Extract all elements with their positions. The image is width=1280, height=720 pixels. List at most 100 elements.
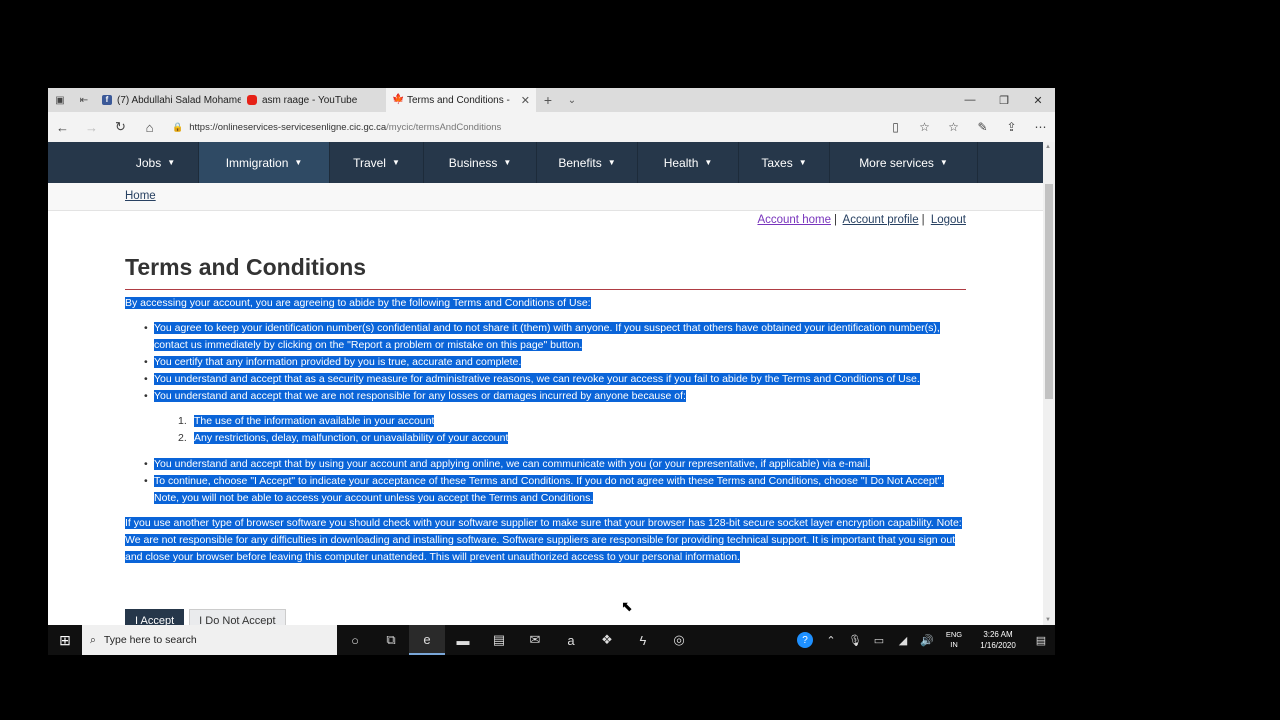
- new-tab-icon[interactable]: +: [536, 92, 560, 108]
- windows-start-icon[interactable]: ⊞: [48, 625, 82, 655]
- tab-title: asm raage - YouTube: [262, 94, 358, 106]
- battery-icon[interactable]: ▭: [867, 634, 891, 647]
- tab-title: Terms and Conditions -: [407, 94, 510, 106]
- breadcrumb: Home: [48, 183, 1043, 211]
- tab-facebook[interactable]: f (7) Abdullahi Salad Mohame: [96, 88, 241, 112]
- browser-window: ▣ ⇤ f (7) Abdullahi Salad Mohame asm raa…: [48, 88, 1055, 655]
- reading-view-icon[interactable]: ▯: [881, 120, 910, 134]
- account-links: Account home | Account profile | Logout: [757, 214, 966, 226]
- logout-link[interactable]: Logout: [931, 214, 966, 226]
- tab-youtube[interactable]: asm raage - YouTube: [241, 88, 386, 112]
- dropbox-icon[interactable]: ❖: [589, 625, 625, 655]
- close-tab-icon[interactable]: ✕: [521, 94, 530, 107]
- home-icon[interactable]: ⌂: [135, 120, 164, 135]
- chrome-icon[interactable]: ◎: [661, 625, 697, 655]
- page-title: Terms and Conditions: [125, 254, 367, 280]
- menu-jobs[interactable]: Jobs ▼: [113, 142, 199, 183]
- url-path: /mycic/termsAndConditions: [386, 121, 502, 133]
- pen-icon[interactable]: ✎: [968, 120, 997, 134]
- mouse-cursor-icon: ⬉: [621, 598, 633, 614]
- search-icon: ⌕: [90, 633, 96, 646]
- web-page: Jobs ▼ Immigration ▼ Travel ▼ Business ▼ Ben…: [48, 142, 1043, 625]
- chevron-down-icon: ▼: [391, 158, 400, 167]
- list-item: 1. The use of the information available i…: [178, 415, 435, 427]
- account-profile-link[interactable]: Account profile: [843, 214, 919, 226]
- list-item: You understand and accept that by using …: [144, 456, 970, 473]
- chevron-down-icon: ▼: [503, 158, 512, 167]
- edge-browser-icon[interactable]: e: [409, 625, 445, 655]
- url-field[interactable]: 🔒 https://onlineservices-servicesenligne…: [172, 122, 862, 133]
- account-home-link[interactable]: Account home: [757, 214, 831, 226]
- help-icon[interactable]: ?: [797, 632, 813, 648]
- youtube-icon: [247, 95, 257, 105]
- minimize-icon[interactable]: —: [953, 94, 987, 107]
- clock[interactable]: 3:26 AM 1/16/2020: [969, 629, 1027, 651]
- address-bar: ← → ↻ ⌂ 🔒 https://onlineservices-service…: [48, 112, 1055, 142]
- intro-text: By accessing your account, you are agree…: [125, 297, 591, 309]
- terms-numbered-list: 1. The use of the information available i…: [125, 413, 970, 447]
- list-item: You certify that any information provide…: [144, 354, 970, 371]
- scrollbar-thumb[interactable]: [1045, 184, 1053, 399]
- menu-benefits[interactable]: Benefits ▼: [537, 142, 638, 183]
- wifi-icon[interactable]: ◢: [891, 634, 915, 647]
- page-scrollbar[interactable]: ▲ ▼: [1043, 142, 1055, 625]
- refresh-icon[interactable]: ↻: [106, 119, 135, 135]
- amazon-icon[interactable]: a: [553, 625, 589, 655]
- tab-strip: ▣ ⇤ f (7) Abdullahi Salad Mohame asm raa…: [48, 88, 1055, 112]
- more-icon[interactable]: ⋯: [1026, 120, 1055, 134]
- volume-icon[interactable]: 🔊: [915, 634, 939, 647]
- chevron-down-icon: ▼: [939, 158, 948, 167]
- task-view-icon[interactable]: ⧉: [373, 625, 409, 655]
- taskbar: ⊞ ⌕ Type here to search ○ ⧉ e ▬ ▤ ✉ a ❖ …: [48, 625, 1055, 655]
- lock-icon: 🔒: [172, 121, 184, 132]
- terms-list-b: You understand and accept that by using …: [125, 456, 970, 507]
- share-icon[interactable]: ⇪: [997, 120, 1026, 134]
- search-placeholder: Type here to search: [103, 634, 197, 646]
- tab-terms[interactable]: 🍁 Terms and Conditions - ✕: [386, 88, 536, 112]
- file-explorer-icon[interactable]: ▬: [445, 625, 481, 655]
- maple-leaf-icon: 🍁: [392, 94, 405, 105]
- menu-taxes[interactable]: Taxes ▼: [739, 142, 830, 183]
- main-menu: Jobs ▼ Immigration ▼ Travel ▼ Business ▼ Ben…: [48, 142, 1043, 183]
- tab-preview-chevron-icon[interactable]: ⌄: [560, 95, 584, 106]
- menu-business[interactable]: Business ▼: [424, 142, 537, 183]
- forward-icon[interactable]: →: [77, 120, 106, 135]
- tab-title: (7) Abdullahi Salad Mohame: [117, 94, 241, 106]
- close-window-icon[interactable]: ✕: [1021, 94, 1055, 107]
- menu-travel[interactable]: Travel ▼: [330, 142, 424, 183]
- microphone-icon[interactable]: 🎙: [843, 634, 867, 647]
- system-tray: ? ⌃ 🎙 ▭ ◢ 🔊 ENG IN 3:26 AM 1/16/2020 ▤: [797, 625, 1055, 655]
- menu-immigration[interactable]: Immigration ▼: [199, 142, 330, 183]
- tab-manager-icon[interactable]: ▣: [48, 88, 72, 112]
- menu-more-services[interactable]: More services ▼: [830, 142, 978, 183]
- favorites-hub-icon[interactable]: ☆: [939, 120, 968, 134]
- list-item: 2. Any restrictions, delay, malfunction, …: [178, 432, 509, 444]
- cortana-icon[interactable]: ○: [337, 625, 373, 655]
- mail-icon[interactable]: ✉: [517, 625, 553, 655]
- chevron-down-icon: ▼: [798, 158, 807, 167]
- chevron-down-icon: ▼: [607, 158, 616, 167]
- list-item: You agree to keep your identification nu…: [144, 320, 970, 354]
- notification-center-icon[interactable]: ▤: [1027, 634, 1055, 647]
- set-aside-tabs-icon[interactable]: ⇤: [72, 88, 96, 112]
- menu-health[interactable]: Health ▼: [638, 142, 739, 183]
- chevron-down-icon: ▼: [167, 158, 176, 167]
- title-divider: [125, 289, 966, 290]
- store-icon[interactable]: ▤: [481, 625, 517, 655]
- decline-button[interactable]: I Do Not Accept: [189, 609, 286, 625]
- back-icon[interactable]: ←: [48, 120, 77, 135]
- breadcrumb-home-link[interactable]: Home: [125, 190, 156, 202]
- scroll-up-icon[interactable]: ▲: [1045, 144, 1051, 150]
- facebook-icon: f: [102, 95, 112, 105]
- show-hidden-icons-icon[interactable]: ⌃: [819, 634, 843, 647]
- favorite-star-icon[interactable]: ☆: [910, 120, 939, 134]
- restore-icon[interactable]: ❐: [987, 94, 1021, 107]
- terms-content: By accessing your account, you are agree…: [125, 295, 970, 566]
- scroll-down-icon[interactable]: ▼: [1045, 617, 1051, 623]
- taskbar-search[interactable]: ⌕ Type here to search: [82, 625, 337, 655]
- url-host: https://onlineservices-servicesenligne.c…: [189, 121, 387, 133]
- app-bolt-icon[interactable]: ϟ: [625, 625, 661, 655]
- language-indicator[interactable]: ENG IN: [939, 630, 969, 650]
- accept-button[interactable]: I Accept: [125, 609, 185, 625]
- list-item: You understand and accept that as a secu…: [144, 371, 970, 388]
